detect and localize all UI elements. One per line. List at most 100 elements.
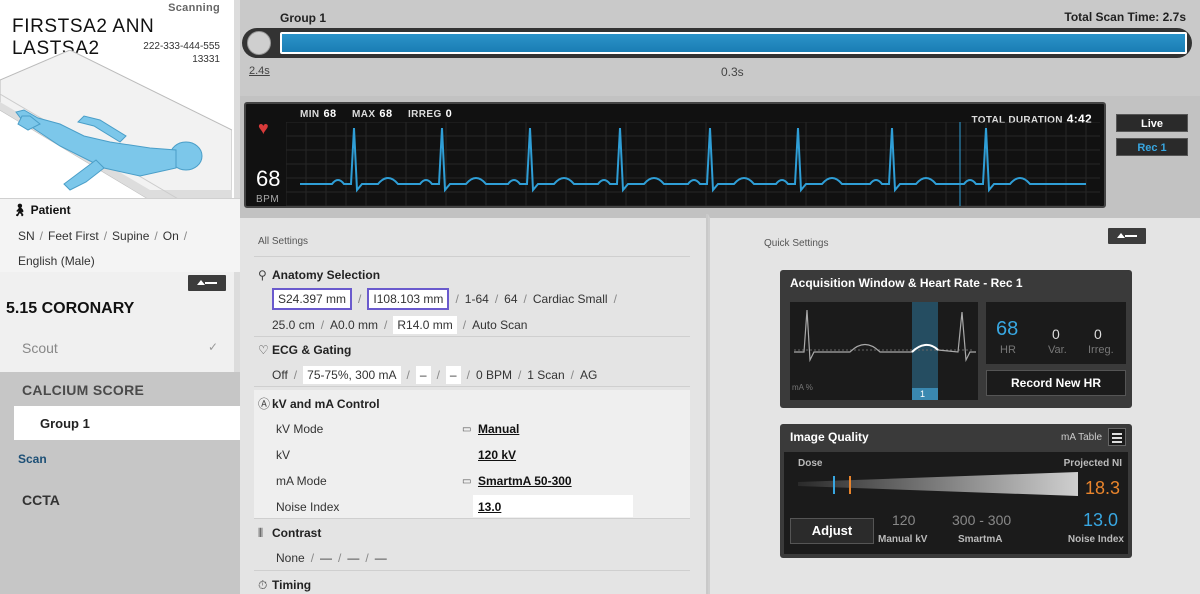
divider bbox=[254, 518, 690, 519]
dash-chip-2[interactable]: – bbox=[445, 366, 461, 384]
ecg-monitor: ♥ 68 BPM MIN 68 MAX 68 IRREG 0 TOTAL DURATI… bbox=[244, 102, 1106, 208]
contrast-title[interactable]: ⫴ Contrast bbox=[258, 526, 321, 541]
stopwatch-icon: ⏱ bbox=[258, 578, 268, 592]
ecg-min: MIN 68 bbox=[300, 108, 337, 120]
phase-number: 1 bbox=[920, 389, 925, 399]
heart-icon: ♥ bbox=[258, 118, 269, 138]
contrast-chip-3[interactable]: — bbox=[375, 551, 387, 565]
patient-card: Scanning FIRSTSA2 ANN LASTSA2 222-333-44… bbox=[0, 0, 234, 200]
contrast-chips-row: None / — / — / — bbox=[276, 551, 387, 565]
acquisition-waveform[interactable]: 1 mA % bbox=[790, 302, 978, 400]
time-right-label: 0.3s bbox=[721, 65, 744, 79]
sfov-chip[interactable]: Cardiac Small bbox=[533, 292, 608, 306]
kv-mode-value[interactable]: Manual bbox=[478, 422, 519, 436]
a-circle-icon: Ⓐ bbox=[258, 397, 271, 411]
comment-icon: ▭ bbox=[462, 424, 472, 435]
patient-position-line[interactable]: SN / Feet First / Supine / On / bbox=[18, 229, 192, 243]
group-1-item[interactable]: Group 1 bbox=[14, 406, 240, 440]
scan-progress-track bbox=[242, 28, 1192, 58]
image-quality-title: Image Quality bbox=[790, 430, 869, 444]
acquisition-waveform-graphic: 1 mA % bbox=[792, 302, 976, 400]
projected-ni-label: Projected NI bbox=[1063, 458, 1122, 469]
noise-index-quick-value: 13.0 bbox=[1082, 510, 1118, 530]
ecg-waveform bbox=[286, 122, 1100, 206]
kv-value[interactable]: 120 kV bbox=[478, 448, 516, 462]
channels-chip[interactable]: 64 bbox=[504, 292, 517, 306]
adjust-button[interactable]: Adjust bbox=[790, 518, 874, 544]
acq-irreg-label: Irreg. bbox=[1088, 344, 1114, 356]
a-offset-chip[interactable]: A0.0 mm bbox=[330, 318, 378, 332]
quick-settings-panel: Quick Settings Acquisition Window & Hear… bbox=[708, 214, 1200, 594]
ma-table-menu-icon[interactable] bbox=[1108, 428, 1126, 446]
dfov-chip[interactable]: 25.0 cm bbox=[272, 318, 315, 332]
ecg-panel: ♥ 68 BPM MIN 68 MAX 68 IRREG 0 TOTAL DURATI… bbox=[240, 96, 1200, 214]
timing-title[interactable]: ⏱ Timing bbox=[258, 578, 311, 593]
noise-index-value[interactable]: 13.0 bbox=[478, 500, 501, 514]
calcium-score-title[interactable]: CALCIUM SCORE bbox=[22, 382, 144, 398]
heart-outline-icon: ♡ bbox=[258, 343, 269, 357]
collapse-quick-settings-button[interactable] bbox=[1108, 228, 1146, 244]
scan-timeline: Group 1 Total Scan Time: 2.7s 2.4s 0.3s bbox=[240, 0, 1200, 96]
divider bbox=[254, 336, 690, 337]
anatomy-chips-row2: 25.0 cm / A0.0 mm / R14.0 mm / Auto Scan bbox=[272, 316, 528, 334]
ecg-chips-row: Off/75-75%, 300 mA / – / –/0 BPM/1 Scan / AG bbox=[272, 366, 598, 384]
contrast-chip-1[interactable]: — bbox=[320, 551, 332, 565]
dose-gradient-bar bbox=[798, 472, 1078, 496]
scan-count-chip[interactable]: 1 Scan bbox=[527, 368, 564, 382]
divider bbox=[254, 570, 690, 571]
ma-percent-label: mA % bbox=[792, 383, 813, 392]
rec-1-button[interactable]: Rec 1 bbox=[1116, 138, 1188, 156]
gating-off-chip[interactable]: Off bbox=[272, 368, 288, 382]
person-icon: 🚶︎ bbox=[12, 203, 28, 217]
scan-item[interactable]: Scan bbox=[18, 452, 47, 466]
ag-chip[interactable]: AG bbox=[580, 368, 597, 382]
scan-progress-fill bbox=[280, 32, 1187, 54]
check-icon: ✓ bbox=[207, 340, 218, 354]
projected-ni-value: 18.3 bbox=[1084, 478, 1120, 498]
timeline-group-label: Group 1 bbox=[280, 11, 327, 25]
scan-status: Scanning bbox=[168, 2, 220, 14]
anatomy-icon: ⚲ bbox=[258, 268, 267, 282]
phase-chip[interactable]: 75-75%, 300 mA bbox=[303, 366, 401, 384]
protocol-area: 5.15 CORONARY Scout ✓ bbox=[0, 272, 234, 372]
collapse-protocol-button[interactable] bbox=[188, 275, 226, 291]
timeline-start-knob[interactable] bbox=[247, 31, 271, 55]
divider bbox=[254, 386, 690, 387]
all-settings-panel: All Settings ⚲ Anatomy Selection S24.397 … bbox=[240, 214, 706, 594]
dash-chip-1[interactable]: – bbox=[415, 366, 431, 384]
noise-index-quick-label: Noise Index bbox=[1067, 534, 1124, 545]
ccta-item[interactable]: CCTA bbox=[22, 492, 60, 508]
rows-chip[interactable]: 1-64 bbox=[465, 292, 489, 306]
anatomy-chips-row1: S24.397 mm / I108.103 mm/1-64/64/Cardiac S… bbox=[272, 288, 623, 310]
ma-table-label: mA Table bbox=[1061, 432, 1102, 443]
patient-language[interactable]: English (Male) bbox=[18, 254, 95, 268]
acq-irreg-value: 0 bbox=[1094, 326, 1102, 342]
total-scan-time: Total Scan Time: 2.7s bbox=[1064, 10, 1186, 24]
calcium-score-area: CALCIUM SCORE Group 1 Scan CCTA bbox=[0, 372, 240, 594]
protocol-name: 5.15 CORONARY bbox=[6, 300, 135, 317]
contrast-none-chip[interactable]: None bbox=[276, 551, 305, 565]
record-new-hr-button[interactable]: Record New HR bbox=[986, 370, 1126, 396]
ecg-gating-title[interactable]: ♡ ECG & Gating bbox=[258, 343, 351, 357]
anatomy-selection-title[interactable]: ⚲ Anatomy Selection bbox=[258, 268, 380, 282]
patient-section-title: 🚶︎ Patient bbox=[12, 203, 71, 217]
ecg-trace bbox=[300, 127, 1086, 193]
time-left-label[interactable]: 2.4s bbox=[249, 65, 270, 77]
end-location-chip[interactable]: I108.103 mm bbox=[367, 288, 450, 310]
start-location-chip[interactable]: S24.397 mm bbox=[272, 288, 353, 310]
ma-mode-value[interactable]: SmartmA 50-300 bbox=[478, 474, 572, 488]
auto-scan-chip[interactable]: Auto Scan bbox=[472, 318, 527, 332]
r-offset-chip[interactable]: R14.0 mm bbox=[393, 316, 457, 334]
acquisition-window-title: Acquisition Window & Heart Rate - Rec 1 bbox=[790, 276, 1023, 290]
scout-item[interactable]: Scout bbox=[22, 340, 58, 356]
acq-var-value: 0 bbox=[1052, 326, 1060, 342]
contrast-icon: ⫴ bbox=[258, 526, 264, 540]
contrast-chip-2[interactable]: — bbox=[347, 551, 359, 565]
left-panel: Scanning FIRSTSA2 ANN LASTSA2 222-333-44… bbox=[0, 0, 240, 594]
kv-ma-title[interactable]: ⒶkV and mA Control bbox=[258, 395, 380, 412]
manual-kv-value: 120 bbox=[892, 512, 916, 528]
ecg-max: MAX 68 bbox=[352, 108, 393, 120]
live-button[interactable]: Live bbox=[1116, 114, 1188, 132]
bpm-chip[interactable]: 0 BPM bbox=[476, 368, 512, 382]
manual-kv-label: Manual kV bbox=[878, 534, 928, 545]
